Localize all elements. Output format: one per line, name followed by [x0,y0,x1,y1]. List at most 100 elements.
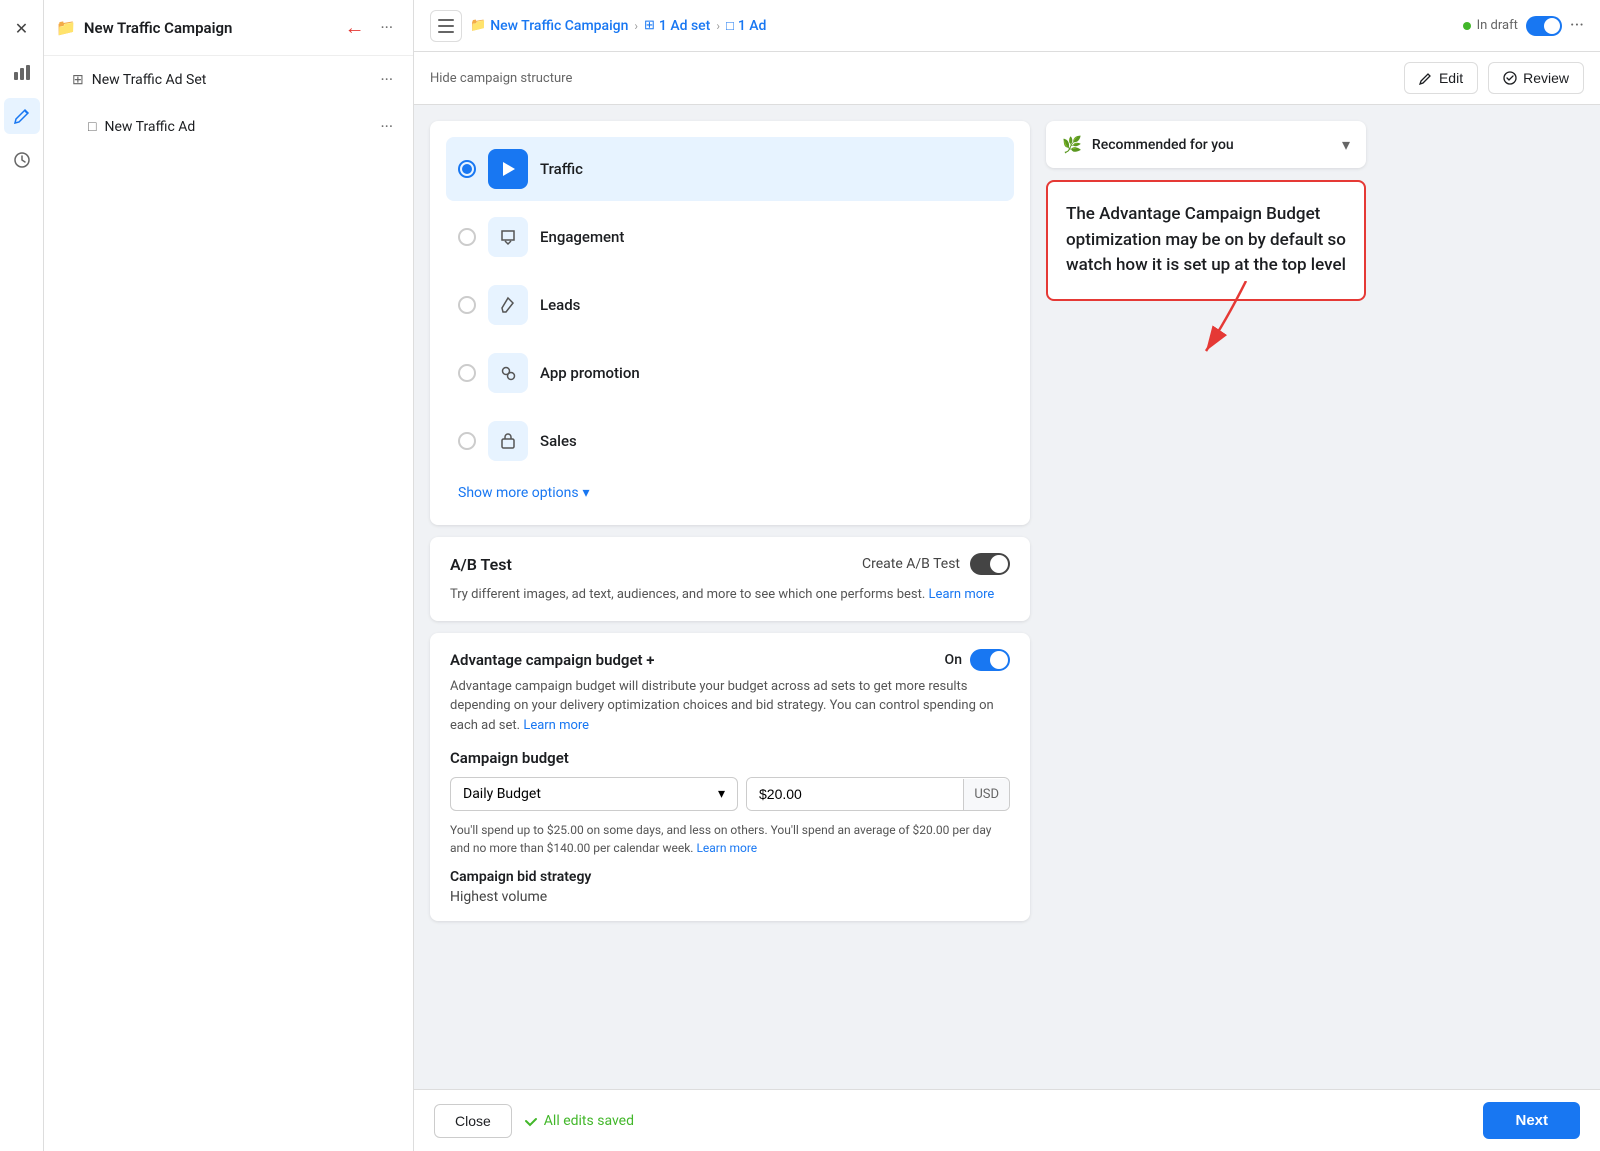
sidebar: 📁 New Traffic Campaign ← ··· ⊞ New Traff… [44,0,414,1151]
clock-icon[interactable] [4,142,40,178]
traffic-icon [488,149,528,189]
objectives-card: Traffic Engagement Leads [430,121,1030,525]
breadcrumb-campaign[interactable]: 📁 New Traffic Campaign [470,18,628,34]
main-panel: Traffic Engagement Leads [430,121,1030,1073]
objective-sales[interactable]: Sales [446,409,1014,473]
sales-label: Sales [540,432,577,450]
ab-toggle-row: Create A/B Test [862,553,1010,575]
sidebar-adset-item[interactable]: ⊞ New Traffic Ad Set ··· [44,56,413,103]
bid-strategy-title: Campaign bid strategy [450,869,1010,885]
budget-currency-label: USD [963,779,1009,810]
adv-learn-more-link[interactable]: Learn more [523,718,589,733]
budget-learn-more-link[interactable]: Learn more [696,841,757,855]
adv-on-label: On [945,652,962,668]
saved-indicator: All edits saved [524,1113,634,1129]
adset-label: New Traffic Ad Set [92,72,365,88]
right-panel: 🌿 Recommended for you ▾ The Advantage Ca… [1046,121,1366,1073]
adv-title: Advantage campaign budget + [450,651,655,669]
campaign-more-button[interactable]: ··· [372,14,401,41]
engagement-label: Engagement [540,228,624,246]
breadcrumb-adset-icon: ⊞ [644,18,655,33]
draft-status: In draft [1463,18,1518,33]
engagement-radio[interactable] [458,228,476,246]
bottom-bar: Close All edits saved Next [414,1089,1600,1151]
topbar-more-button[interactable]: ··· [1570,15,1584,36]
bid-strategy-value: Highest volume [450,889,1010,905]
budget-select-chevron: ▾ [718,786,725,802]
breadcrumb-sep-1: › [634,19,638,33]
adv-description: Advantage campaign budget will distribut… [450,677,1010,736]
callout-container: The Advantage Campaign Budget optimizati… [1046,180,1366,301]
traffic-radio[interactable] [458,160,476,178]
budget-row: Daily Budget ▾ USD [450,777,1010,811]
budget-input-wrap: USD [746,777,1010,811]
close-button[interactable]: Close [434,1104,512,1138]
breadcrumb: 📁 New Traffic Campaign › ⊞ 1 Ad set › □ … [470,18,766,34]
ab-learn-more-link[interactable]: Learn more [929,587,995,602]
objective-leads[interactable]: Leads [446,273,1014,337]
sales-icon [488,421,528,461]
main-content: 📁 New Traffic Campaign › ⊞ 1 Ad set › □ … [414,0,1600,1151]
budget-amount-input[interactable] [747,778,963,810]
app-radio[interactable] [458,364,476,382]
campaign-title: New Traffic Campaign [84,19,337,37]
advantage-budget-card: Advantage campaign budget + On Advantage… [430,633,1030,922]
sidebar-ad-item[interactable]: □ New Traffic Ad ··· [44,103,413,150]
ad-label: New Traffic Ad [104,119,364,135]
nav-rail: ✕ [0,0,44,1151]
show-more-button[interactable]: Show more options ▾ [446,477,602,509]
adset-icon: ⊞ [72,72,84,88]
objective-traffic[interactable]: Traffic [446,137,1014,201]
review-button[interactable]: Review [1488,62,1584,94]
red-arrow-indicator: ← [344,15,364,40]
breadcrumb-campaign-icon: 📁 [470,18,486,33]
content-area: Traffic Engagement Leads [414,105,1600,1089]
next-button[interactable]: Next [1483,1102,1580,1139]
objective-app-promotion[interactable]: App promotion [446,341,1014,405]
ab-title: A/B Test [450,555,512,574]
traffic-label: Traffic [540,160,583,178]
ab-toggle-label: Create A/B Test [862,556,960,572]
ab-test-card: A/B Test Create A/B Test Try different i… [430,537,1030,621]
ad-icon: □ [88,118,96,135]
recommended-card: 🌿 Recommended for you ▾ [1046,121,1366,168]
breadcrumb-sep-2: › [716,19,720,33]
breadcrumb-adset[interactable]: ⊞ 1 Ad set [644,18,710,34]
close-icon[interactable]: ✕ [4,10,40,46]
app-label: App promotion [540,364,640,382]
adv-header: Advantage campaign budget + On [450,649,1010,671]
app-icon [488,353,528,393]
draft-toggle[interactable] [1526,16,1562,36]
leads-radio[interactable] [458,296,476,314]
engagement-icon [488,217,528,257]
edit-button[interactable]: Edit [1404,62,1478,94]
hide-structure-button[interactable]: Hide campaign structure [430,71,572,86]
objective-engagement[interactable]: Engagement [446,205,1014,269]
topbar: 📁 New Traffic Campaign › ⊞ 1 Ad set › □ … [414,0,1600,52]
folder-icon: 📁 [56,18,76,37]
rec-icon: 🌿 [1062,135,1082,154]
budget-hint: You'll spend up to $25.00 on some days, … [450,821,1010,857]
breadcrumb-ad-icon: □ [726,18,734,34]
adv-toggle-row: On [945,649,1010,671]
advantage-budget-toggle[interactable] [970,649,1010,671]
ad-more-button[interactable]: ··· [372,113,401,140]
edit-icon[interactable] [4,98,40,134]
sales-radio[interactable] [458,432,476,450]
rec-label: Recommended for you [1092,137,1332,153]
draft-dot [1463,22,1471,30]
budget-type-select[interactable]: Daily Budget ▾ [450,777,738,811]
leads-icon [488,285,528,325]
ab-header: A/B Test Create A/B Test [450,553,1010,575]
ab-description: Try different images, ad text, audiences… [450,585,1010,605]
sidebar-toggle-button[interactable] [430,10,462,42]
bar-chart-icon[interactable] [4,54,40,90]
sidebar-campaign-item[interactable]: 📁 New Traffic Campaign ← ··· [44,0,413,56]
ab-test-toggle[interactable] [970,553,1010,575]
leads-label: Leads [540,296,580,314]
callout-box: The Advantage Campaign Budget optimizati… [1046,180,1366,301]
rec-chevron-icon[interactable]: ▾ [1342,135,1350,154]
adset-more-button[interactable]: ··· [372,66,401,93]
campaign-budget-label: Campaign budget [450,749,1010,767]
breadcrumb-ad[interactable]: □ 1 Ad [726,18,766,34]
